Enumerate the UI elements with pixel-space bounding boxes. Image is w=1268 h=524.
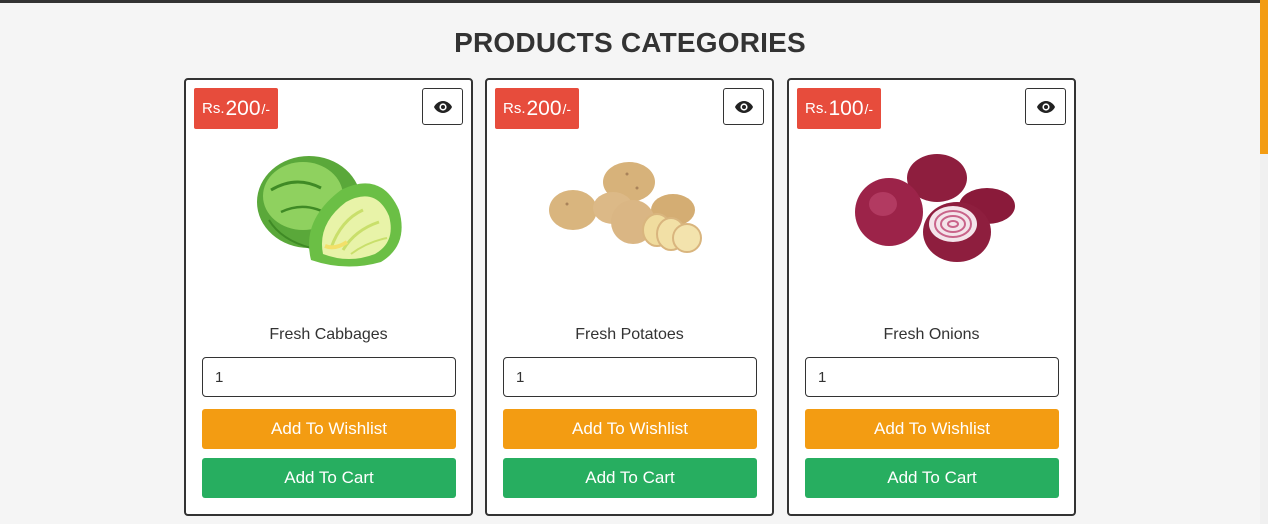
price-suffix: /- (261, 100, 271, 117)
quick-view-button[interactable] (422, 88, 463, 125)
add-to-cart-button[interactable]: Add To Cart (202, 458, 456, 498)
price-prefix: Rs. (202, 100, 225, 117)
product-card: Rs. 200 /- Fresh Cabbages Add To Wishl (184, 78, 473, 516)
add-to-cart-button[interactable]: Add To Cart (503, 458, 757, 498)
quick-view-button[interactable] (1025, 88, 1066, 125)
product-name: Fresh Onions (883, 326, 980, 343)
onions-image (839, 130, 1028, 290)
price-prefix: Rs. (805, 100, 828, 117)
eye-icon (433, 100, 452, 113)
product-card: Rs. 200 /- Fresh Potatoes Add To Wishlis… (485, 78, 774, 516)
price-badge: Rs. 200 /- (194, 88, 279, 129)
quantity-input[interactable] (503, 357, 757, 397)
page-title: PRODUCTS CATEGORIES (454, 27, 806, 58)
potatoes-image (537, 130, 726, 290)
top-border (0, 0, 1260, 3)
quantity-input[interactable] (805, 357, 1059, 397)
price-amount: 200 (225, 96, 261, 120)
cabbage-image (236, 130, 425, 290)
quantity-input[interactable] (202, 357, 456, 397)
price-prefix: Rs. (503, 100, 526, 117)
price-badge: Rs. 200 /- (495, 88, 580, 129)
scrollbar-thumb[interactable] (1260, 0, 1268, 154)
scrollbar[interactable] (1260, 0, 1268, 524)
add-to-wishlist-button[interactable]: Add To Wishlist (202, 409, 456, 449)
product-card: Rs. 100 /- Fresh Onions Add To Wishlist … (787, 78, 1076, 516)
price-suffix: /- (864, 100, 874, 117)
product-name: Fresh Potatoes (575, 326, 684, 343)
add-to-cart-button[interactable]: Add To Cart (805, 458, 1059, 498)
add-to-wishlist-button[interactable]: Add To Wishlist (805, 409, 1059, 449)
eye-icon (1036, 100, 1055, 113)
eye-icon (734, 100, 753, 113)
price-amount: 200 (526, 96, 562, 120)
price-amount: 100 (828, 96, 864, 120)
add-to-wishlist-button[interactable]: Add To Wishlist (503, 409, 757, 449)
product-name: Fresh Cabbages (269, 326, 388, 343)
price-badge: Rs. 100 /- (797, 88, 882, 129)
price-suffix: /- (562, 100, 572, 117)
quick-view-button[interactable] (723, 88, 764, 125)
